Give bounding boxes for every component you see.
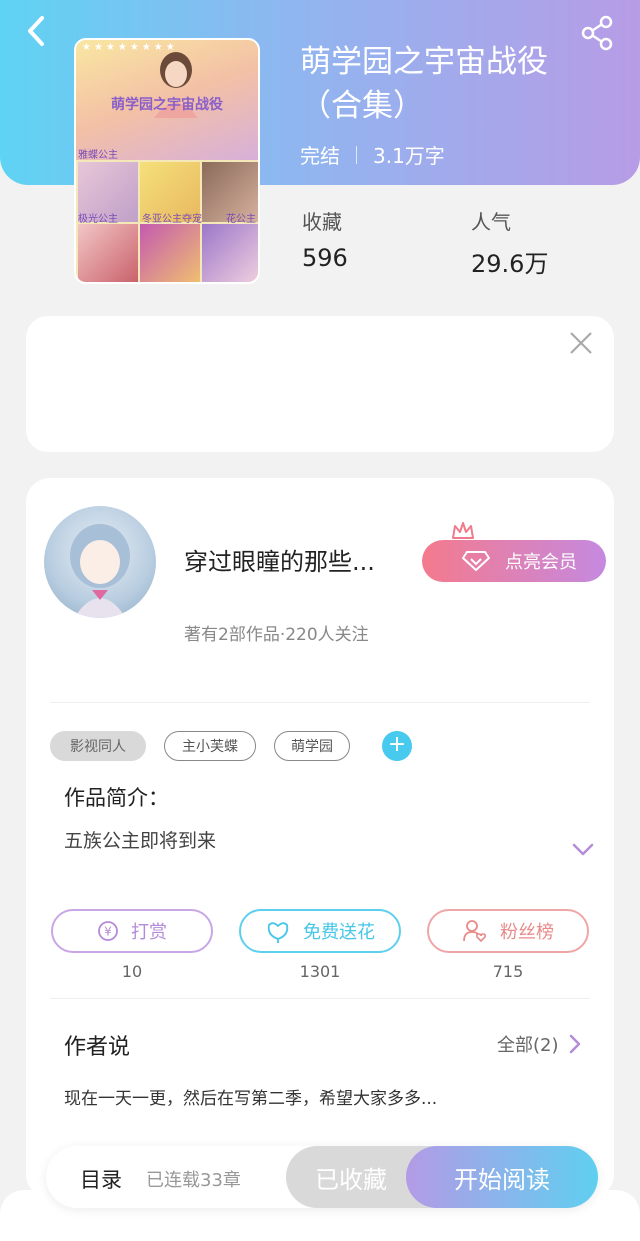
cover-caption: 冬亚公主夺宠 [142,214,202,225]
favorites-label: 收藏 [302,210,342,234]
author-avatar[interactable] [44,506,156,618]
diamond-icon [462,551,490,571]
tag-protagonist[interactable]: 主小芙蝶 [164,731,256,761]
flower-count: 1301 [299,962,341,981]
author-name[interactable]: 穿过眼瞳的那些... [184,542,404,577]
start-reading-label: 开始阅读 [454,1165,550,1194]
divider [50,702,590,703]
cover-caption: 雅蝶公主 [78,150,118,161]
tag-film-fanfic[interactable]: 影视同人 [50,731,146,761]
start-reading-button[interactable]: 开始阅读 [406,1146,598,1208]
tip-count: 10 [121,962,143,981]
popularity-count: 29.6万 [471,250,549,278]
status-divider [356,145,357,164]
fan-count: 715 [492,962,524,981]
send-flower-label: 免费送花 [303,922,375,943]
favorited-label: 已收藏 [315,1165,387,1194]
popularity-label: 人气 [471,210,511,234]
divider [50,998,590,999]
coin-icon: ¥ [98,921,118,941]
flower-icon [267,922,289,943]
crown-icon [452,522,474,539]
fan-ranking-button[interactable]: 粉丝榜 [427,909,589,953]
send-flower-button[interactable]: 免费送花 [239,909,401,953]
tag-series[interactable]: 萌学园 [274,731,350,761]
cover-tile [140,224,200,282]
author-meta: 著有2部作品·220人关注 [184,625,369,645]
cover-tile [78,224,138,282]
close-icon[interactable] [568,330,594,356]
fan-ranking-label: 粉丝榜 [500,922,554,943]
word-count: 3.1万字 [373,144,445,168]
author-says-text[interactable]: 现在一天一更，然后在写第二季，希望大家多多... [64,1084,437,1109]
favorites-count: 596 [302,244,348,272]
toc-button[interactable]: 目录 [80,1164,122,1194]
status-text: 完结 [300,144,340,168]
cover-caption: 花公主 [226,214,256,225]
svg-text:¥: ¥ [104,925,112,939]
add-tag-button[interactable]: + [382,731,412,761]
author-says-all-link[interactable]: 全部(2) [497,1031,581,1057]
author-says-all-label: 全部(2) [497,1035,559,1056]
vip-button[interactable]: 点亮会员 [422,540,606,582]
author-says-title: 作者说 [64,1035,131,1060]
cover-tile [202,224,258,282]
vip-button-label: 点亮会员 [505,552,577,573]
chevron-down-icon[interactable] [571,842,595,858]
user-heart-icon [463,920,487,943]
back-icon[interactable] [22,14,54,48]
tip-label: 打赏 [131,922,167,943]
chapter-count: 已连载33章 [146,1170,241,1191]
tip-button[interactable]: ¥ 打赏 [51,909,213,953]
book-cover[interactable]: ★★★★★★★★ 萌学园之宇宙战役 雅蝶公主 极光公主 冬亚公主夺宠 花公主 [74,38,260,284]
intro-title: 作品简介： [64,786,169,810]
intro-text: 五族公主即将到来 [64,830,217,852]
cover-caption: 极光公主 [78,214,118,225]
book-status-row: 完结 3.1万字 [300,140,445,169]
ad-banner[interactable] [26,316,614,452]
cover-title: 萌学园之宇宙战役 [111,97,223,113]
chevron-right-icon [569,1034,580,1054]
book-title: 萌学园之宇宙战役（合集） [300,44,548,124]
